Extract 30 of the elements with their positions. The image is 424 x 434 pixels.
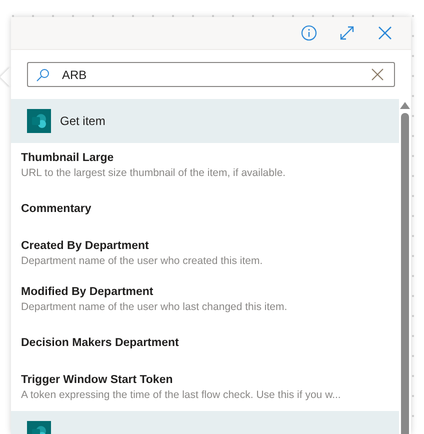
field-item[interactable]: Thumbnail Large URL to the largest size thumbnail of the item, if available. bbox=[11, 143, 399, 189]
clear-icon bbox=[370, 68, 384, 81]
search-input[interactable]: ARB bbox=[62, 68, 358, 82]
field-item[interactable]: Modified By Department Department name of the user who last changed this item. bbox=[11, 277, 399, 323]
field-name: Commentary bbox=[21, 202, 92, 217]
field-name: Trigger Window Start Token bbox=[21, 373, 174, 388]
field-description: Department name of the user who last changed this item. bbox=[21, 300, 288, 315]
field-name: Thumbnail Large bbox=[21, 151, 115, 166]
field-description: URL to the largest size thumbnail of the item, if available. bbox=[21, 166, 287, 181]
expand-icon bbox=[339, 25, 355, 41]
field-name: Modified By Department bbox=[21, 285, 154, 300]
app-logo-icon bbox=[27, 109, 51, 133]
field-item[interactable]: Created By Department Department name of the user who created this item. bbox=[11, 231, 399, 277]
field-name: Created By Department bbox=[21, 239, 150, 254]
field-description: Department name of the user who created this item. bbox=[21, 254, 264, 269]
field-item[interactable]: Commentary bbox=[11, 189, 399, 231]
info-button[interactable] bbox=[299, 23, 319, 43]
field-name: Decision Makers Department bbox=[21, 336, 180, 351]
scrollbar-thumb[interactable] bbox=[401, 113, 409, 434]
group-header[interactable]: Get item bbox=[11, 99, 399, 143]
search-field[interactable]: ARB bbox=[27, 62, 395, 87]
scroll-up-icon[interactable] bbox=[400, 102, 410, 109]
field-item[interactable]: Trigger Window Start Token A token expressing the time of the last flow check. Use this if you w... bbox=[11, 365, 399, 411]
group-title: Get item bbox=[60, 114, 106, 128]
clear-button[interactable] bbox=[370, 68, 384, 82]
close-icon bbox=[378, 26, 392, 40]
field-description: A token expressing the time of the last flow check. Use this if you w... bbox=[21, 388, 342, 403]
info-icon bbox=[301, 25, 317, 41]
search-icon bbox=[36, 68, 50, 82]
field-item[interactable]: Decision Makers Department bbox=[11, 323, 399, 365]
